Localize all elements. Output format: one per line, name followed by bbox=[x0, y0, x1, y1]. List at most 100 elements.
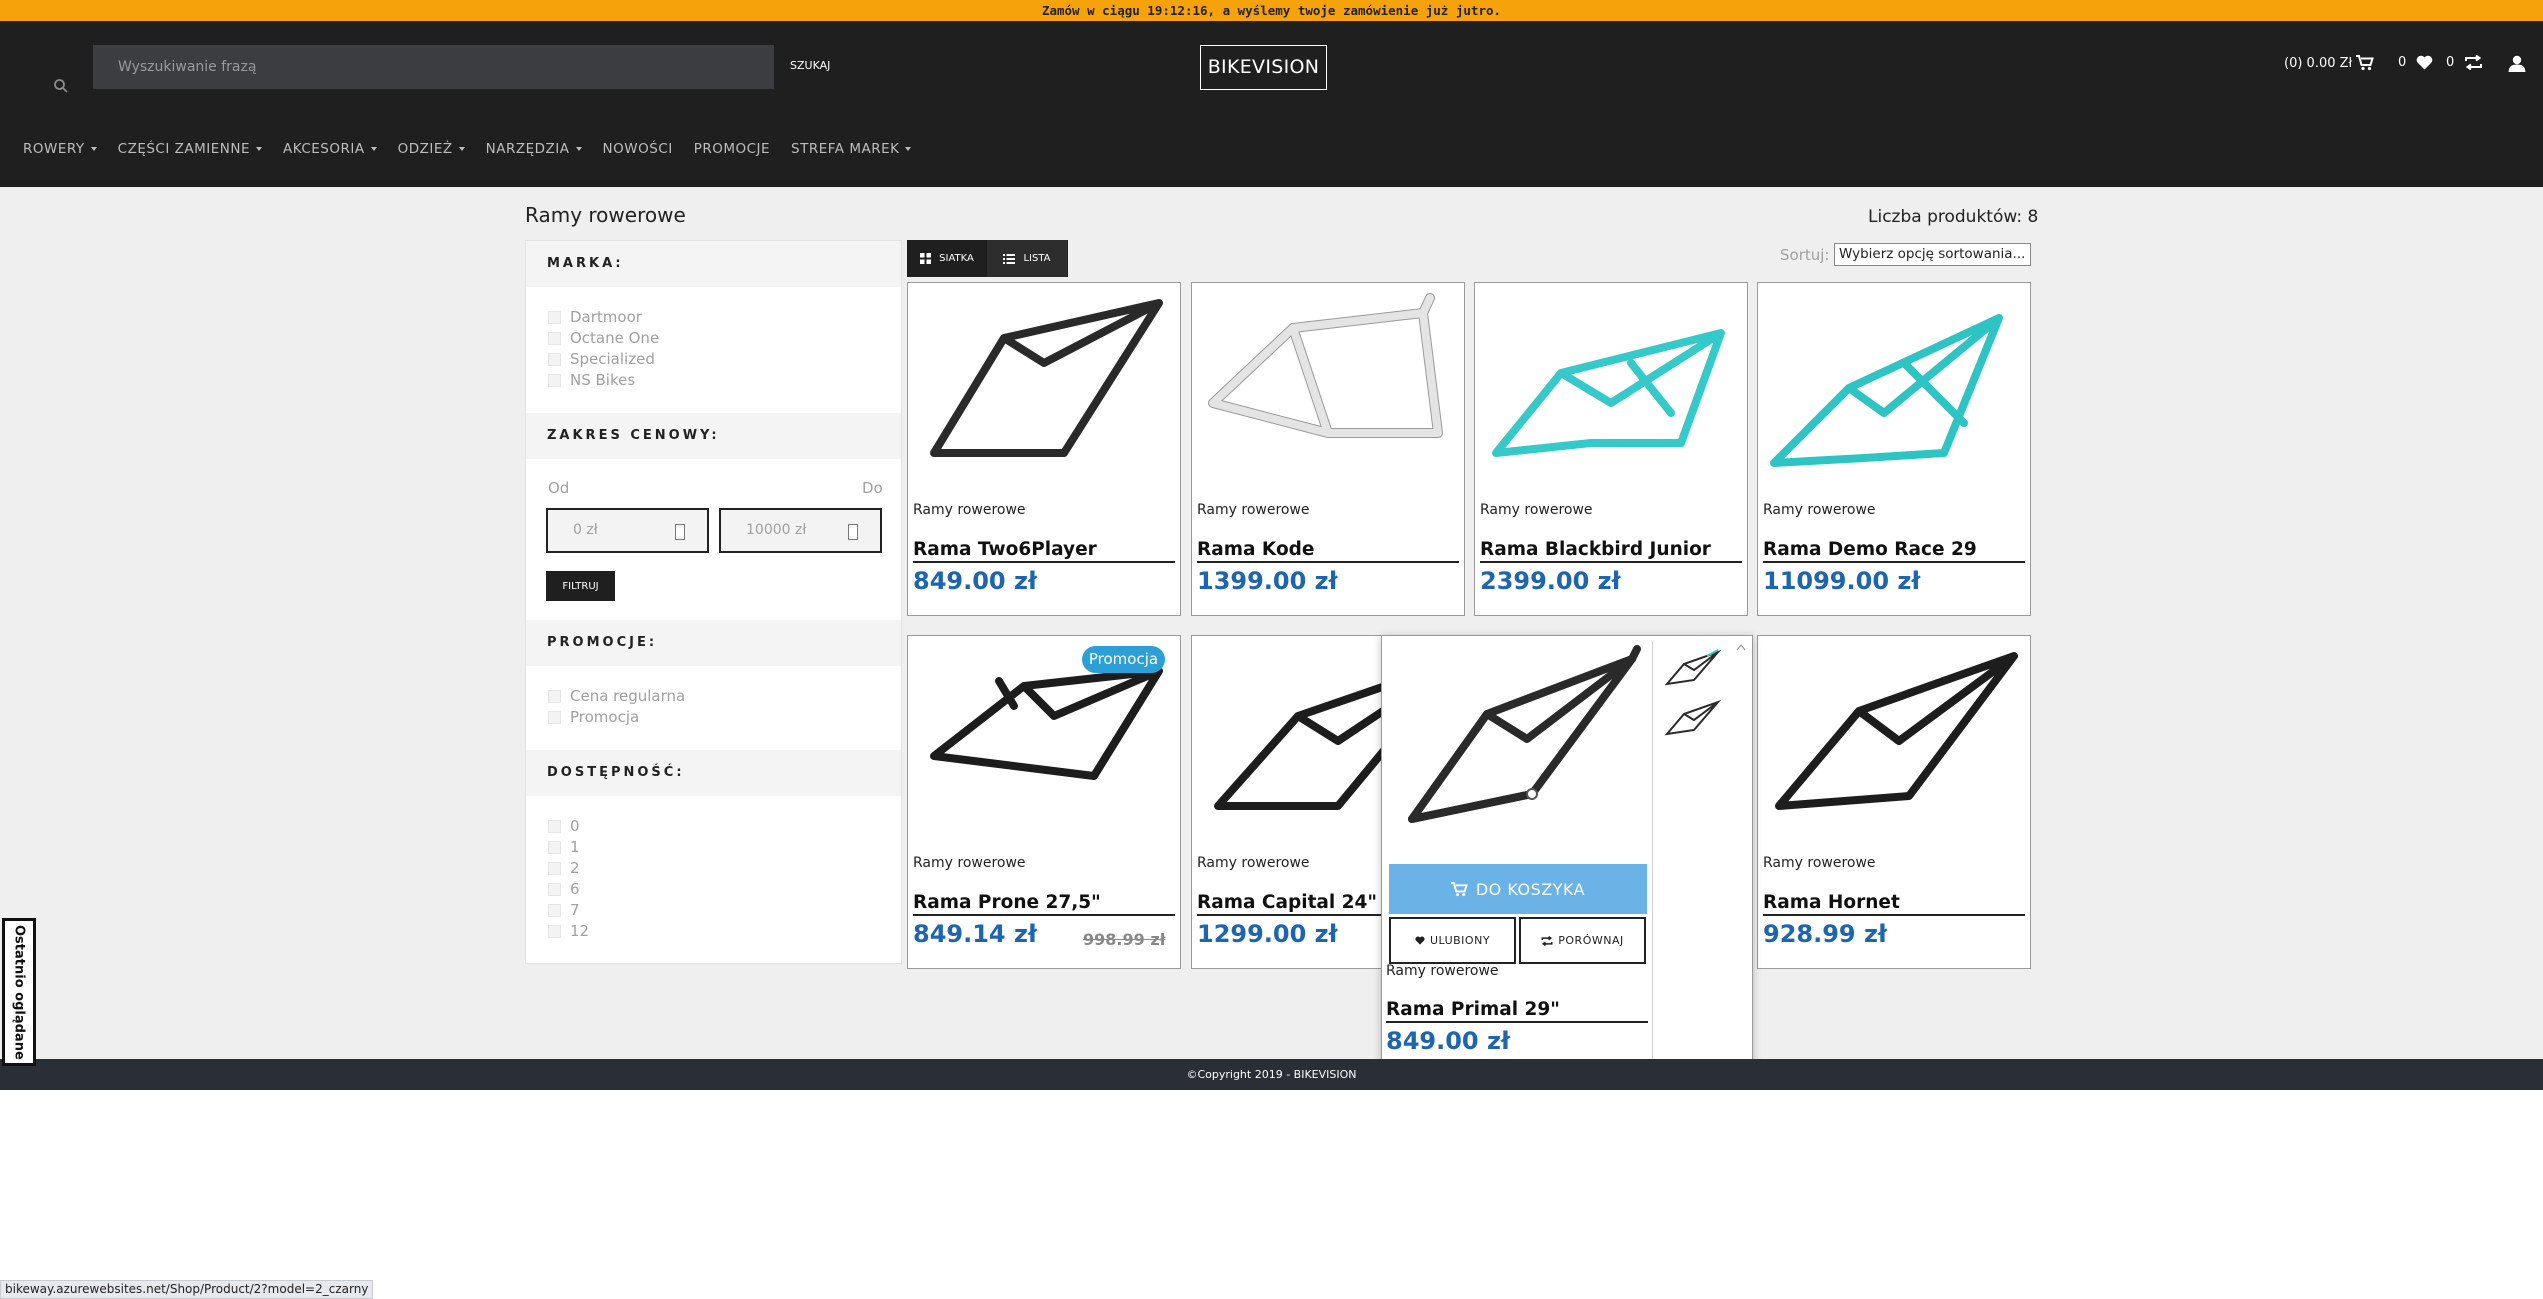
product-image[interactable] bbox=[1764, 293, 2026, 483]
cart-icon bbox=[1450, 881, 1468, 896]
nav-item-czesci-zamienne[interactable]: CZĘŚCI ZAMIENNE bbox=[118, 141, 262, 157]
add-to-compare-button[interactable]: PORÓWNAJ bbox=[1519, 917, 1646, 964]
option-label: 6 bbox=[570, 880, 580, 898]
product-name[interactable]: Rama Primal 29" bbox=[1386, 999, 1648, 1023]
checkbox[interactable] bbox=[548, 882, 561, 896]
search-icon[interactable] bbox=[53, 78, 69, 94]
product-category: Ramy rowerowe bbox=[1763, 502, 1876, 518]
site-logo[interactable]: BIKEVISION bbox=[1200, 45, 1327, 90]
list-view-button[interactable]: LISTA bbox=[987, 240, 1067, 277]
product-card[interactable]: Ramy rowerowe Rama Two6Player 849.00 zł bbox=[907, 282, 1181, 616]
nav-item-strefa-marek[interactable]: STREFA MAREK bbox=[791, 141, 912, 157]
stepper-icon[interactable] bbox=[848, 524, 858, 540]
chevron-down-icon bbox=[905, 147, 912, 151]
product-name[interactable]: Rama Kode bbox=[1197, 539, 1459, 563]
nav-label: PROMOCJE bbox=[693, 141, 771, 157]
product-card[interactable]: Ramy rowerowe Rama Demo Race 29 11099.00 z… bbox=[1757, 282, 2031, 616]
user-account-icon[interactable] bbox=[2508, 55, 2526, 72]
filter-brand-option[interactable]: Specialized bbox=[548, 350, 655, 368]
filter-availability-title: DOSTĘPNOŚĆ: bbox=[526, 750, 901, 796]
cart-icon bbox=[2356, 55, 2375, 71]
heart-icon bbox=[2416, 55, 2433, 70]
price-to-input[interactable]: 10000 zł bbox=[719, 508, 882, 553]
option-label: 2 bbox=[570, 859, 580, 877]
sort-select[interactable]: Wybierz opcję sortowania... bbox=[1834, 243, 2031, 266]
product-name[interactable]: Rama Hornet bbox=[1763, 892, 2025, 916]
product-category: Ramy rowerowe bbox=[913, 502, 1026, 518]
checkbox[interactable] bbox=[548, 710, 561, 724]
filter-availability-option[interactable]: 0 bbox=[548, 817, 580, 835]
checkbox[interactable] bbox=[548, 352, 561, 366]
recently-viewed-tab[interactable]: Ostatnio oglądane bbox=[2, 918, 36, 1066]
product-card[interactable]: Promocja Ramy rowerowe Rama Prone 27,5" 849… bbox=[907, 635, 1181, 969]
compare-button[interactable]: 0 bbox=[2446, 55, 2483, 70]
checkbox[interactable] bbox=[548, 689, 561, 703]
stepper-icon[interactable] bbox=[675, 524, 685, 540]
filter-availability-option[interactable]: 12 bbox=[548, 922, 589, 940]
checkbox[interactable] bbox=[548, 903, 561, 917]
nav-item-promocje[interactable]: PROMOCJE bbox=[694, 141, 770, 157]
price-from-input[interactable]: 0 zł bbox=[546, 508, 709, 553]
wishlist-label: ULUBIONY bbox=[1429, 934, 1491, 947]
cart-button[interactable]: (0) 0.00 Zł bbox=[2284, 55, 2375, 71]
filter-brand-option[interactable]: Octane One bbox=[548, 329, 659, 347]
nav-label: CZĘŚCI ZAMIENNE bbox=[117, 141, 250, 157]
product-card[interactable]: Ramy rowerowe Rama Hornet 928.99 zł bbox=[1757, 635, 2031, 969]
product-card-hovered[interactable]: DO KOSZYKA ULUBIONY PORÓWNAJ Ramy rowero… bbox=[1381, 635, 1753, 1077]
gallery-scrollbar[interactable] bbox=[1733, 641, 1749, 1071]
filter-brand-option[interactable]: NS Bikes bbox=[548, 371, 635, 389]
product-image[interactable] bbox=[914, 293, 1176, 483]
product-card[interactable]: Ramy rowerowe Rama Blackbird Junior 2399.0… bbox=[1474, 282, 1748, 616]
product-name[interactable]: Rama Blackbird Junior bbox=[1480, 539, 1742, 563]
thumbnail-image[interactable] bbox=[1662, 646, 1722, 688]
grid-view-button[interactable]: SIATKA bbox=[907, 240, 987, 277]
product-image[interactable] bbox=[1764, 646, 2026, 836]
filter-promo-option[interactable]: Cena regularna bbox=[548, 687, 685, 705]
product-name[interactable]: Rama Two6Player bbox=[913, 539, 1175, 563]
nav-label: STREFA MAREK bbox=[791, 141, 900, 157]
thumbnail-image[interactable] bbox=[1662, 696, 1722, 738]
add-to-cart-button[interactable]: DO KOSZYKA bbox=[1389, 864, 1647, 914]
filter-availability-option[interactable]: 1 bbox=[548, 838, 580, 856]
checkbox[interactable] bbox=[548, 840, 561, 854]
filter-promo-option[interactable]: Promocja bbox=[548, 708, 639, 726]
filter-brand-option[interactable]: Dartmoor bbox=[548, 308, 642, 326]
checkbox[interactable] bbox=[548, 310, 561, 324]
nav-item-nowosci[interactable]: NOWOŚCI bbox=[603, 141, 673, 157]
product-image[interactable] bbox=[1392, 644, 1647, 834]
nav-item-rowery[interactable]: ROWERY bbox=[23, 141, 97, 157]
filter-button[interactable]: FILTRUJ bbox=[546, 571, 615, 601]
checkbox[interactable] bbox=[548, 819, 561, 833]
product-name[interactable]: Rama Demo Race 29 bbox=[1763, 539, 2025, 563]
product-image[interactable] bbox=[1481, 293, 1743, 483]
product-image[interactable] bbox=[1198, 293, 1460, 483]
filter-availability-option[interactable]: 6 bbox=[548, 880, 580, 898]
wishlist-count: 0 bbox=[2398, 55, 2407, 70]
filter-availability-option[interactable]: 2 bbox=[548, 859, 580, 877]
product-image[interactable] bbox=[914, 646, 1176, 836]
price-from-label: Od bbox=[548, 479, 570, 497]
checkbox[interactable] bbox=[548, 331, 561, 345]
price-to-value: 10000 zł bbox=[746, 522, 807, 538]
product-card[interactable]: Ramy rowerowe Rama Kode 1399.00 zł bbox=[1191, 282, 1465, 616]
search-button[interactable]: SZUKAJ bbox=[790, 59, 830, 72]
checkbox[interactable] bbox=[548, 861, 561, 875]
checkbox[interactable] bbox=[548, 924, 561, 938]
filter-availability-option[interactable]: 7 bbox=[548, 901, 580, 919]
price-to-label: Do bbox=[862, 479, 883, 497]
product-name[interactable]: Rama Prone 27,5" bbox=[913, 892, 1175, 916]
checkbox[interactable] bbox=[548, 373, 561, 387]
list-view-label: LISTA bbox=[1023, 253, 1051, 264]
search-input[interactable] bbox=[93, 45, 774, 89]
chevron-down-icon bbox=[370, 147, 377, 151]
main-navigation: ROWERY CZĘŚCI ZAMIENNE AKCESORIA ODZIEŻ … bbox=[23, 141, 932, 157]
nav-item-odziez[interactable]: ODZIEŻ bbox=[398, 141, 465, 157]
nav-item-narzedzia[interactable]: NARZĘDZIA bbox=[486, 141, 582, 157]
wishlist-button[interactable]: 0 bbox=[2398, 55, 2433, 70]
add-to-wishlist-button[interactable]: ULUBIONY bbox=[1389, 917, 1516, 964]
sort-label: Sortuj: bbox=[1780, 246, 1830, 264]
gallery-divider bbox=[1652, 641, 1653, 1069]
sort-selected-value: Wybierz opcję sortowania... bbox=[1839, 246, 2026, 262]
nav-item-akcesoria[interactable]: AKCESORIA bbox=[283, 141, 377, 157]
shipping-countdown-banner: Zamów w ciągu 19:12:16, a wyślemy twoje … bbox=[0, 0, 2543, 21]
